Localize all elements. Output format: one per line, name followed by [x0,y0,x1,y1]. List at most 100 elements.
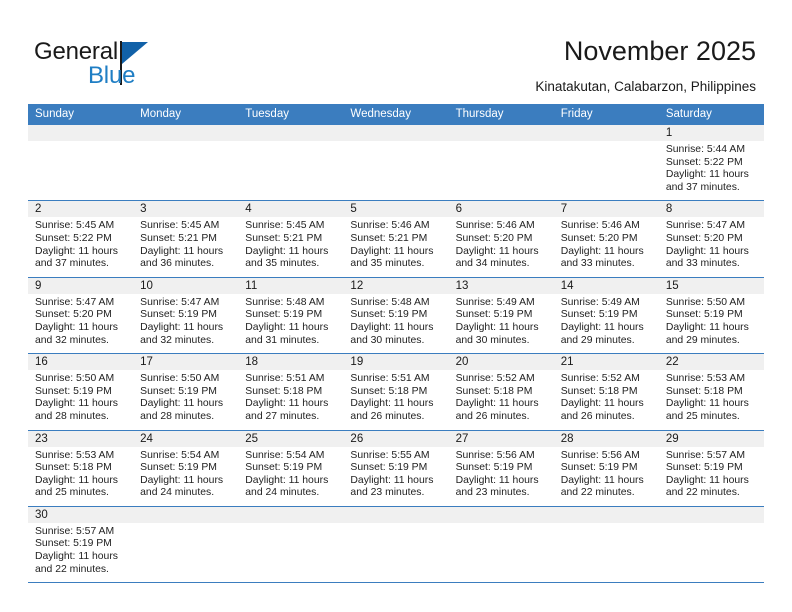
day-detail-line: Sunrise: 5:53 AM [35,449,115,461]
day-detail-line: Sunset: 5:18 PM [35,462,112,474]
day-detail-line: Daylight: 11 hours [665,398,749,410]
calendar-day-cell[interactable]: 18 Sunrise: 5:51 AM Sunset: 5:18 PM Dayligh… [238,354,344,430]
calendar-day-cell[interactable]: 6 Sunrise: 5:46 AM Sunset: 5:20 PM Daylight… [448,201,554,277]
calendar-day-cell[interactable]: 25 Sunrise: 5:54 AM Sunset: 5:19 PM Dayligh… [238,430,344,506]
day-detail-line: Daylight: 11 hours [140,321,224,333]
calendar-day-cell[interactable]: 21 Sunrise: 5:52 AM Sunset: 5:18 PM Dayligh… [553,354,659,430]
day-details: Sunrise: 5:52 AM Sunset: 5:18 PM Daylight:… [449,370,554,429]
day-detail-line: Sunrise: 5:45 AM [245,220,325,232]
day-detail-line: Sunset: 5:21 PM [140,232,217,244]
calendar-day-cell[interactable]: 30 Sunrise: 5:57 AM Sunset: 5:19 PM Dayligh… [28,506,134,583]
weekday-header-friday: Friday [560,108,593,120]
day-details: Sunrise: 5:56 AM Sunset: 5:19 PM Daylight:… [449,447,554,506]
calendar-day-cell[interactable]: 27 Sunrise: 5:56 AM Sunset: 5:19 PM Dayligh… [448,430,554,506]
day-detail-line: and 35 minutes. [350,258,425,270]
calendar-day-cell[interactable]: 14 Sunrise: 5:49 AM Sunset: 5:19 PM Dayligh… [553,277,659,354]
calendar-day-cell[interactable]: 10 Sunrise: 5:47 AM Sunset: 5:19 PM Dayligh… [133,277,239,354]
calendar-day-cell[interactable]: 12 Sunrise: 5:48 AM Sunset: 5:19 PM Dayligh… [343,277,449,354]
calendar-day-cell[interactable]: 29 Sunrise: 5:57 AM Sunset: 5:19 PM Dayligh… [658,430,764,506]
calendar-day-cell[interactable]: 4 Sunrise: 5:45 AM Sunset: 5:21 PM Daylight… [238,201,344,277]
day-detail-line: Sunset: 5:19 PM [455,309,533,321]
calendar-day-cell[interactable]: 19 Sunrise: 5:51 AM Sunset: 5:18 PM Dayligh… [343,354,449,430]
day-detail-line: Daylight: 11 hours [455,474,539,486]
calendar-day-cell[interactable]: 3 Sunrise: 5:45 AM Sunset: 5:21 PM Daylight… [133,201,239,277]
calendar-day-cell[interactable]: 8 Sunrise: 5:47 AM Sunset: 5:20 PM Daylight… [658,201,764,277]
day-detail-line: and 25 minutes. [35,487,109,499]
day-number [343,506,449,523]
day-detail-line: Sunset: 5:19 PM [560,462,638,474]
day-detail-line: Daylight: 11 hours [140,398,224,410]
day-detail-line: Daylight: 11 hours [455,245,539,257]
day-details [659,523,764,573]
day-detail-line: Daylight: 11 hours [245,398,329,410]
day-detail-line: Sunrise: 5:55 AM [350,449,430,461]
day-detail-line: and 34 minutes. [455,258,530,270]
day-details: Sunrise: 5:45 AM Sunset: 5:21 PM Daylight:… [133,217,238,276]
day-detail-line: Sunset: 5:18 PM [665,385,743,397]
day-detail-line: Daylight: 11 hours [140,474,224,486]
day-number: 12 [343,277,449,294]
calendar-day-cell[interactable]: 2 Sunrise: 5:45 AM Sunset: 5:22 PM Daylight… [28,201,134,277]
calendar-day-cell[interactable]: 17 Sunrise: 5:50 AM Sunset: 5:19 PM Dayligh… [133,354,239,430]
calendar-week-row: 9 Sunrise: 5:47 AM Sunset: 5:20 PM Daylight… [28,277,764,355]
calendar-day-cell[interactable]: 13 Sunrise: 5:49 AM Sunset: 5:19 PM Dayligh… [448,277,554,354]
day-details: Sunrise: 5:49 AM Sunset: 5:19 PM Daylight:… [554,294,659,353]
day-detail-line: and 26 minutes. [455,410,530,422]
calendar-day-cell[interactable]: 5 Sunrise: 5:46 AM Sunset: 5:21 PM Daylight… [343,201,449,277]
day-detail-line: and 23 minutes. [455,487,530,499]
calendar-day-cell[interactable]: 15 Sunrise: 5:50 AM Sunset: 5:19 PM Dayligh… [658,277,764,354]
calendar-day-cell[interactable]: 9 Sunrise: 5:47 AM Sunset: 5:20 PM Daylight… [28,277,134,354]
calendar-week-row: 1 Sunrise: 5:44 AM Sunset: 5:22 PM Daylight… [28,125,764,202]
day-detail-line: Sunrise: 5:52 AM [560,373,640,385]
day-detail-line: and 37 minutes. [665,181,740,193]
brand-logo[interactable]: General Blue [34,38,264,94]
day-detail-line: Daylight: 11 hours [245,474,329,486]
calendar-week-row: 23 Sunrise: 5:53 AM Sunset: 5:18 PM Dayligh… [28,430,764,507]
day-detail-line: Sunrise: 5:47 AM [35,296,115,308]
day-detail-line: Sunset: 5:18 PM [350,385,428,397]
day-detail-line: and 26 minutes. [350,410,425,422]
calendar-week-row: 30 Sunrise: 5:57 AM Sunset: 5:19 PM Dayligh… [28,506,764,584]
calendar-day-cell[interactable]: 26 Sunrise: 5:55 AM Sunset: 5:19 PM Dayligh… [343,430,449,506]
day-detail-line: and 29 minutes. [560,334,635,346]
day-details: Sunrise: 5:55 AM Sunset: 5:19 PM Daylight:… [343,447,448,506]
day-detail-line: Sunrise: 5:48 AM [245,296,325,308]
day-detail-line: Daylight: 11 hours [665,321,749,333]
day-detail-line: Sunrise: 5:52 AM [455,373,535,385]
calendar-day-cell[interactable]: 11 Sunrise: 5:48 AM Sunset: 5:19 PM Dayligh… [238,277,344,354]
day-details: Sunrise: 5:48 AM Sunset: 5:19 PM Daylight:… [238,294,343,353]
day-details: Sunrise: 5:47 AM Sunset: 5:20 PM Daylight:… [659,217,764,276]
day-detail-line: Daylight: 11 hours [665,245,749,257]
calendar-day-cell[interactable]: 23 Sunrise: 5:53 AM Sunset: 5:18 PM Dayligh… [28,430,134,506]
day-details: Sunrise: 5:57 AM Sunset: 5:19 PM Daylight:… [659,447,764,506]
calendar-day-cell[interactable]: 16 Sunrise: 5:50 AM Sunset: 5:19 PM Dayligh… [28,354,134,430]
day-detail-line: and 24 minutes. [245,487,320,499]
day-details: Sunrise: 5:53 AM Sunset: 5:18 PM Daylight:… [28,447,133,506]
day-number: 29 [658,430,764,447]
weekday-header-tuesday: Tuesday [245,108,289,120]
calendar-page: General Blue November 2025 Kinatakutan, … [0,0,792,612]
day-detail-line: Sunset: 5:19 PM [140,462,217,474]
day-detail-line: Sunset: 5:19 PM [665,462,743,474]
day-detail-line: Sunset: 5:19 PM [350,309,428,321]
day-details: Sunrise: 5:46 AM Sunset: 5:21 PM Daylight:… [343,217,448,276]
day-details [238,523,343,573]
day-detail-line: Daylight: 11 hours [35,321,118,333]
calendar-day-cell[interactable]: 28 Sunrise: 5:56 AM Sunset: 5:19 PM Dayligh… [553,430,659,506]
calendar-day-cell[interactable]: 20 Sunrise: 5:52 AM Sunset: 5:18 PM Dayligh… [448,354,554,430]
day-detail-line: Sunrise: 5:54 AM [245,449,325,461]
day-details: Sunrise: 5:56 AM Sunset: 5:19 PM Daylight:… [554,447,659,506]
calendar-day-cell[interactable]: 1 Sunrise: 5:44 AM Sunset: 5:22 PM Daylight… [658,125,764,201]
calendar-day-cell[interactable]: 22 Sunrise: 5:53 AM Sunset: 5:18 PM Dayligh… [658,354,764,430]
day-details: Sunrise: 5:45 AM Sunset: 5:21 PM Daylight:… [238,217,343,276]
day-number: 1 [658,125,764,141]
weekday-header-sunday: Sunday [35,108,75,120]
day-detail-line: Sunset: 5:19 PM [350,462,428,474]
weekday-header-thursday: Thursday [455,108,504,120]
day-detail-line: Sunset: 5:19 PM [245,309,323,321]
calendar-day-cell[interactable]: 7 Sunrise: 5:46 AM Sunset: 5:20 PM Daylight… [553,201,659,277]
calendar-day-cell[interactable]: 24 Sunrise: 5:54 AM Sunset: 5:19 PM Dayligh… [133,430,239,506]
weekday-header-monday: Monday [140,108,182,120]
day-details: Sunrise: 5:54 AM Sunset: 5:19 PM Daylight:… [133,447,238,506]
calendar-day-cell-empty [343,506,449,583]
